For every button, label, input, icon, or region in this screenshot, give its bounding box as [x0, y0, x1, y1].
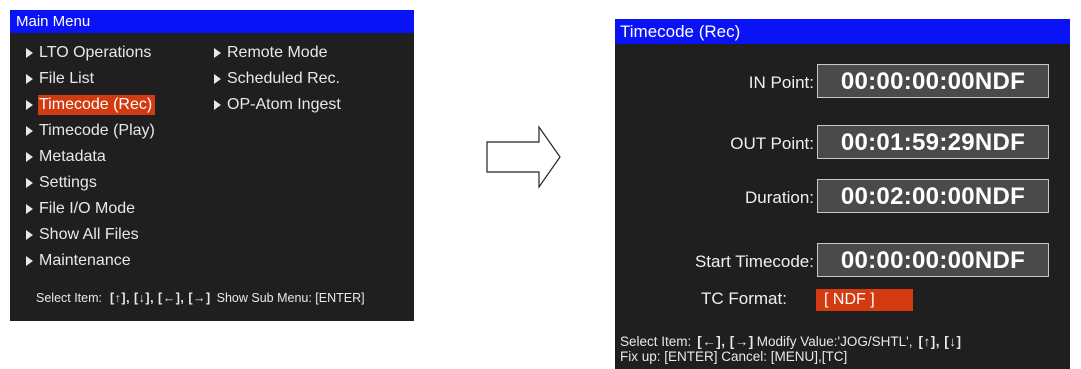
menu-item-label: File List	[39, 70, 95, 87]
tc-format-selector[interactable]: [ NDF ]	[816, 289, 913, 311]
menu-item-op-atom-ingest[interactable]: OP-Atom Ingest	[214, 92, 344, 118]
menu-item-timecode-play[interactable]: Timecode (Play)	[26, 118, 158, 144]
start-timecode-row: Start Timecode: 00:00:00:00NDF	[615, 243, 1070, 279]
menu-item-label: Timecode (Play)	[39, 122, 155, 139]
menu-item-label: Timecode (Rec)	[38, 95, 156, 115]
out-point-row: OUT Point: 00:01:59:29NDF	[615, 125, 1070, 161]
right-arrow-icon	[486, 125, 561, 189]
main-menu-column-1: LTO Operations File List Timecode (Rec) …	[26, 40, 158, 274]
triangle-right-icon	[26, 74, 33, 84]
menu-item-remote-mode[interactable]: Remote Mode	[214, 40, 344, 66]
triangle-right-icon	[214, 100, 221, 110]
timecode-help-text: Select Item: [←], [→] Modify Value:'JOG/SH…	[620, 334, 964, 364]
triangle-right-icon	[26, 230, 33, 240]
triangle-right-icon	[26, 204, 33, 214]
help-submenu-label: Show Sub Menu: [ENTER]	[216, 291, 365, 305]
timecode-rec-title: Timecode (Rec)	[615, 19, 1070, 44]
help-line-1: Select Item: [←], [→] Modify Value:'JOG/SH…	[620, 334, 964, 349]
menu-item-lto-operations[interactable]: LTO Operations	[26, 40, 158, 66]
menu-item-label: File I/O Mode	[39, 200, 136, 217]
out-point-label: OUT Point:	[730, 134, 814, 153]
menu-item-settings[interactable]: Settings	[26, 170, 158, 196]
start-timecode-field[interactable]: 00:00:00:00NDF	[817, 243, 1049, 277]
duration-label: Duration:	[745, 188, 814, 207]
menu-item-timecode-rec[interactable]: Timecode (Rec)	[26, 92, 158, 118]
tc-format-label: TC Format:	[701, 289, 787, 308]
main-menu-title: Main Menu	[10, 10, 414, 33]
in-point-label: IN Point:	[748, 73, 814, 92]
menu-item-label: OP-Atom Ingest	[227, 96, 341, 113]
timecode-rec-panel: Timecode (Rec) IN Point: 00:00:00:00NDF …	[615, 19, 1070, 369]
menu-item-label: Maintenance	[39, 252, 131, 269]
duration-field[interactable]: 00:02:00:00NDF	[817, 179, 1049, 213]
main-menu-column-2: Remote Mode Scheduled Rec. OP-Atom Inges…	[214, 40, 344, 118]
menu-item-file-io-mode[interactable]: File I/O Mode	[26, 196, 158, 222]
menu-item-label: Metadata	[39, 148, 106, 165]
menu-item-label: LTO Operations	[39, 44, 152, 61]
duration-row: Duration: 00:02:00:00NDF	[615, 179, 1070, 215]
help-line-2: Fix up: [ENTER] Cancel: [MENU],[TC]	[620, 349, 848, 364]
main-menu-panel: Main Menu LTO Operations File List Timec…	[10, 10, 414, 321]
help-arrow-keys: [↑], [↓], [←], [→]	[110, 291, 211, 305]
triangle-right-icon	[26, 126, 33, 136]
help-select-label: Select Item:	[36, 291, 102, 305]
menu-item-label: Settings	[39, 174, 97, 191]
triangle-right-icon	[214, 74, 221, 84]
menu-item-file-list[interactable]: File List	[26, 66, 158, 92]
menu-item-label: Show All Files	[39, 226, 139, 243]
menu-item-maintenance[interactable]: Maintenance	[26, 248, 158, 274]
triangle-right-icon	[26, 152, 33, 162]
menu-item-show-all-files[interactable]: Show All Files	[26, 222, 158, 248]
help-left-right-keys: [←], [→]	[697, 334, 754, 349]
start-timecode-label: Start Timecode:	[694, 252, 814, 271]
in-point-row: IN Point: 00:00:00:00NDF	[615, 64, 1070, 100]
triangle-right-icon	[214, 48, 221, 58]
triangle-right-icon	[26, 48, 33, 58]
menu-item-metadata[interactable]: Metadata	[26, 144, 158, 170]
help-modify-value: Modify Value:'JOG/SHTL',	[756, 334, 913, 349]
triangle-right-icon	[26, 178, 33, 188]
menu-item-label: Remote Mode	[227, 44, 328, 61]
help-select-label: Select Item:	[620, 334, 692, 349]
menu-item-scheduled-rec[interactable]: Scheduled Rec.	[214, 66, 344, 92]
help-up-down-keys: [↑], [↓]	[918, 334, 962, 349]
menu-item-label: Scheduled Rec.	[227, 70, 340, 87]
out-point-field[interactable]: 00:01:59:29NDF	[817, 125, 1049, 159]
triangle-right-icon	[26, 100, 33, 110]
in-point-field[interactable]: 00:00:00:00NDF	[817, 64, 1049, 98]
triangle-right-icon	[26, 256, 33, 266]
main-menu-help-text: Select Item: [↑], [↓], [←], [→] Show Sub M…	[36, 291, 365, 305]
